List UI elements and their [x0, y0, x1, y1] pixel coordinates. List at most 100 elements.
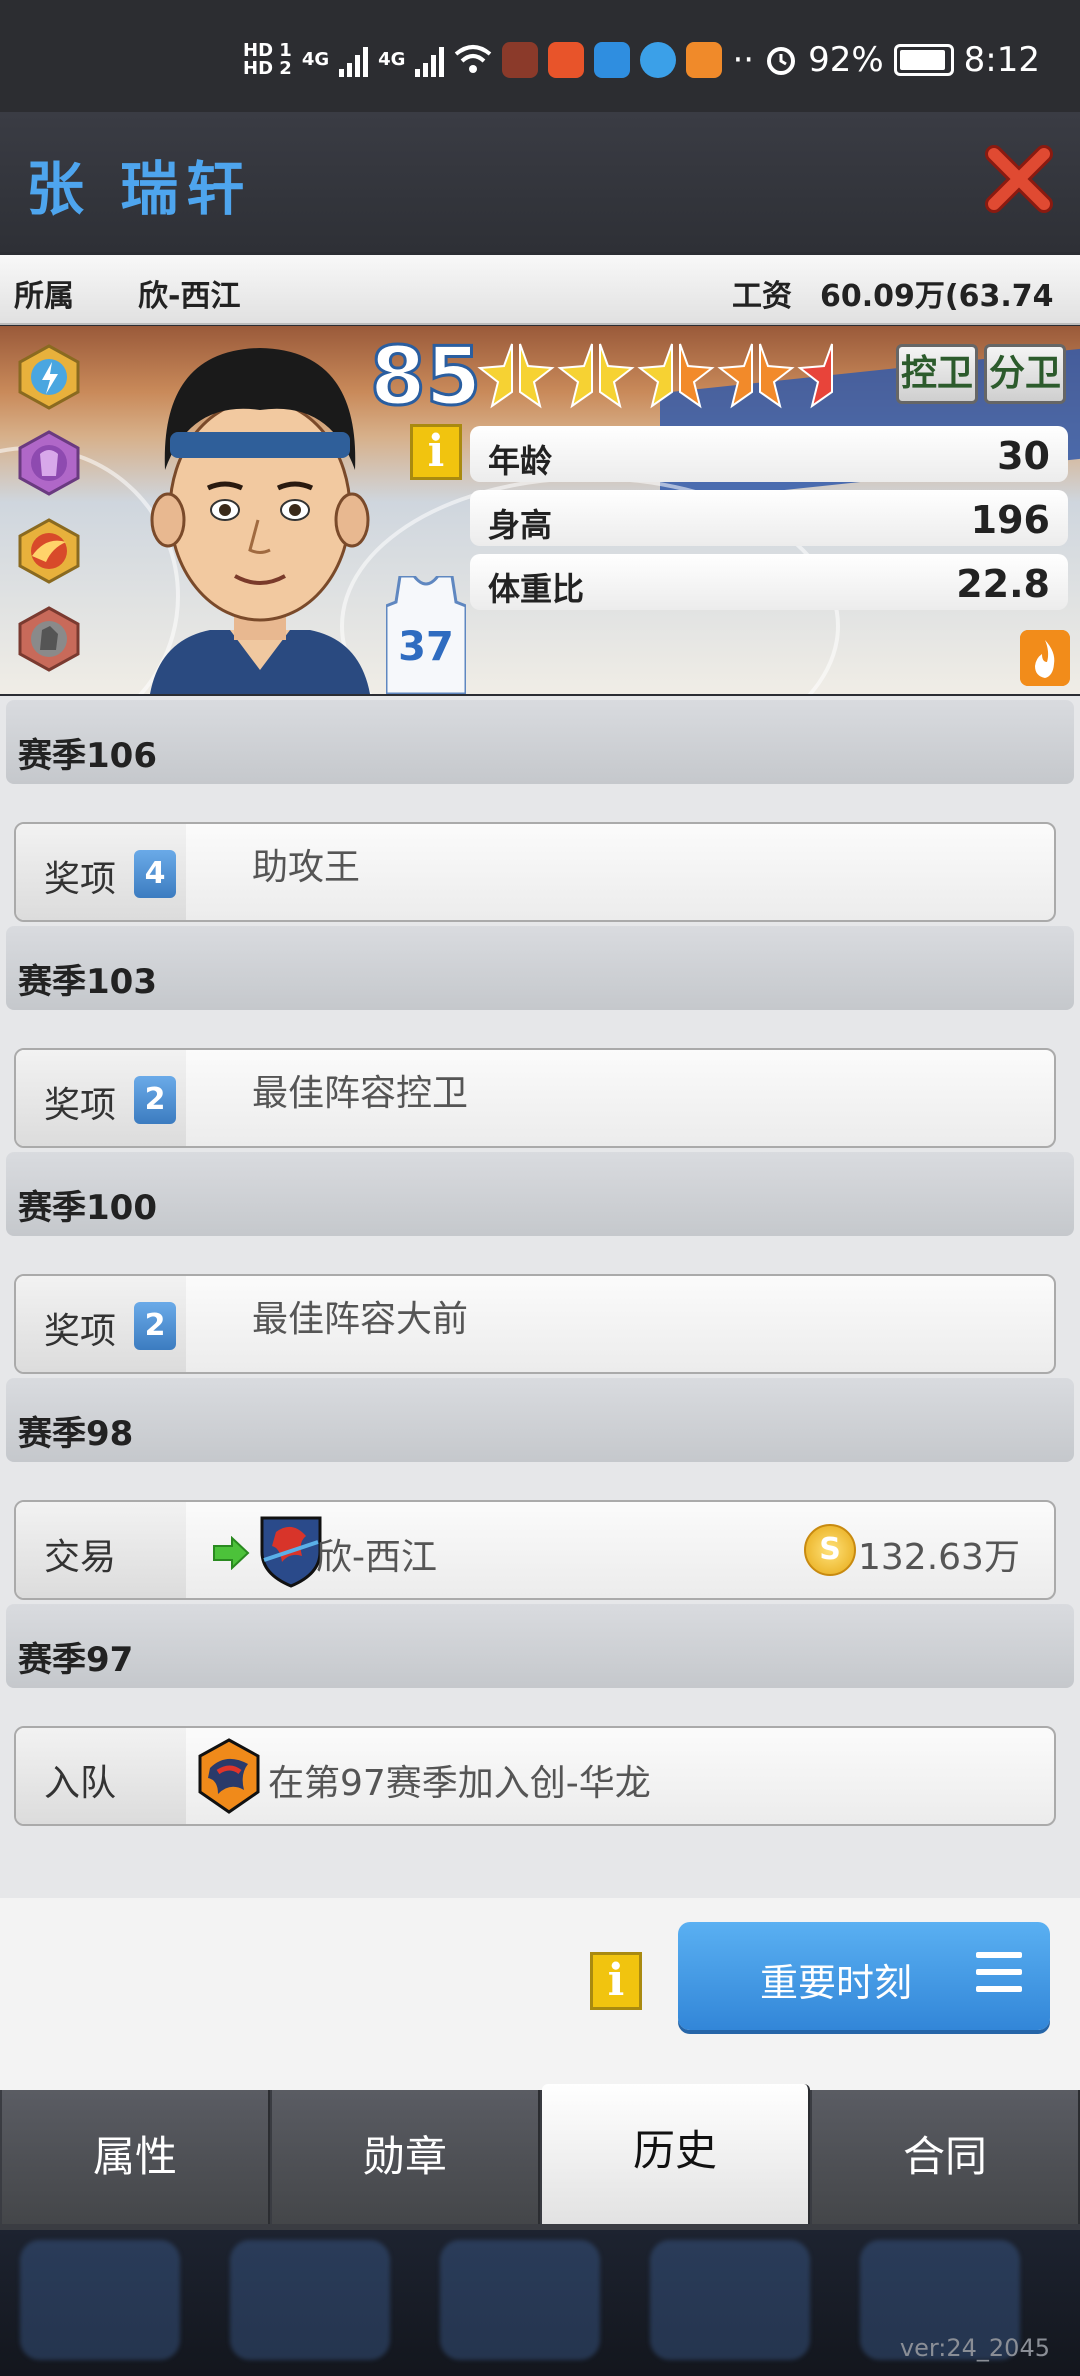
stat-label: 身高: [488, 506, 553, 544]
history-entry-award[interactable]: 奖项 2 最佳阵容控卫: [14, 1048, 1056, 1148]
stat-value: 30: [997, 434, 1050, 478]
tab-badges[interactable]: 勋章: [272, 2090, 540, 2224]
entry-kind: 交易: [16, 1502, 186, 1598]
tab-history[interactable]: 历史: [542, 2084, 810, 2224]
defense-badge-icon[interactable]: [16, 430, 82, 496]
key-moments-button[interactable]: 重要时刻: [678, 1922, 1050, 2030]
entry-description: 在第97赛季加入创-华龙: [268, 1763, 651, 1804]
tab-contract[interactable]: 合同: [812, 2090, 1080, 2224]
close-icon[interactable]: [984, 144, 1054, 214]
player-avatar: [150, 348, 370, 694]
jersey-icon: 37: [386, 576, 466, 694]
browser-icon: [640, 42, 677, 78]
star-icon: [679, 343, 715, 409]
nav-ghost-icon: [440, 2240, 600, 2360]
entry-description: 助攻王: [252, 847, 361, 888]
position-badge-pg: 控卫: [896, 344, 978, 404]
stat-label: 年龄: [488, 442, 553, 480]
cloud-app-icon: [594, 42, 631, 78]
version-label: ver:24_2045: [899, 2334, 1050, 2362]
network-type-2: 4G: [378, 49, 406, 70]
video-app-icon: [686, 42, 723, 78]
award-count-badge: 4: [134, 850, 176, 898]
lightning-badge-icon[interactable]: [16, 344, 82, 410]
star-icon: [557, 343, 593, 409]
app-notification-icon: [502, 42, 539, 78]
history-entry-award[interactable]: 奖项 4 助攻王: [14, 822, 1056, 922]
stat-value: 196: [970, 498, 1050, 542]
status-bar: HD 1 HD 2 4G 4G ·· 92% 8:12: [0, 0, 1080, 112]
signal-2-icon: [415, 43, 445, 77]
bottom-nav-blurred: ver:24_2045: [0, 2230, 1080, 2376]
weibo-icon: [548, 42, 585, 78]
salary-label: 工资: [732, 279, 792, 314]
stat-row-age: 年龄 30: [470, 426, 1068, 482]
history-entry-join[interactable]: 入队 在第97赛季加入创-华龙: [14, 1726, 1056, 1826]
status-icons: HD 1 HD 2 4G 4G ·· 92% 8:12: [243, 40, 1040, 80]
network-type-1: 4G: [301, 49, 330, 70]
entry-description: 最佳阵容大前: [252, 1299, 469, 1340]
stat-label: 体重比: [488, 570, 585, 608]
history-entry-award[interactable]: 奖项 2 最佳阵容大前: [14, 1274, 1056, 1374]
alarm-icon: [767, 47, 796, 75]
star-icon: [797, 343, 833, 409]
star-icon: [477, 343, 513, 409]
overall-rating: 85: [368, 329, 482, 425]
star-rating: [476, 340, 836, 412]
team-value: 欣-西江: [138, 279, 241, 314]
season-header: 赛季100: [6, 1152, 1074, 1236]
battery-percent: 92%: [808, 40, 884, 80]
history-footer: i 重要时刻: [0, 1898, 1080, 2090]
more-dots: ··: [732, 40, 755, 80]
stat-row-weight-ratio: 体重比 22.8: [470, 554, 1068, 610]
stat-value: 22.8: [956, 562, 1050, 606]
season-header: 赛季103: [6, 926, 1074, 1010]
team-logo-hualong-icon: [198, 1738, 260, 1814]
team-logo-xijiang-icon: [260, 1516, 322, 1588]
history-entry-trade[interactable]: 交易 欣-西江 S 132.63万: [14, 1500, 1056, 1600]
history-list[interactable]: 赛季106 奖项 4 助攻王 赛季103 奖项 2 最佳阵容控卫 赛季100 奖…: [0, 696, 1080, 1898]
wifi-icon: [455, 45, 492, 73]
info-icon[interactable]: i: [410, 424, 462, 480]
player-info-strip: 所属 欣-西江 工资 60.09万(63.74万): [0, 255, 1080, 358]
nav-ghost-icon: [650, 2240, 810, 2360]
tab-attributes[interactable]: 属性: [2, 2090, 270, 2224]
award-count-badge: 2: [134, 1302, 176, 1350]
hd2-label: HD 2: [243, 58, 292, 79]
star-icon: [717, 343, 753, 409]
info-icon[interactable]: i: [590, 1952, 642, 2010]
key-moments-label: 重要时刻: [760, 1961, 913, 2005]
team-label: 所属: [14, 279, 74, 314]
player-card: 37 85 控卫 分卫 i 年龄 30 身高 196 体重比 22.8: [0, 326, 1080, 694]
dialog-header: 张 瑞轩: [0, 112, 1080, 252]
star-icon: [759, 343, 795, 409]
signal-1-icon: [339, 43, 369, 77]
nav-ghost-icon: [20, 2240, 180, 2360]
wings-badge-icon[interactable]: [16, 518, 82, 584]
season-header: 赛季97: [6, 1604, 1074, 1688]
flame-icon[interactable]: [1020, 630, 1070, 686]
trade-amount: 132.63万: [858, 1537, 1020, 1578]
jersey-number: 37: [398, 624, 454, 670]
battery-icon: [893, 44, 954, 76]
position-badge-sg: 分卫: [984, 344, 1066, 404]
season-header: 赛季106: [6, 700, 1074, 784]
star-icon: [637, 343, 673, 409]
coin-icon: S: [804, 1524, 856, 1576]
trade-team-name: 欣-西江: [316, 1537, 437, 1578]
star-icon: [599, 343, 635, 409]
award-count-badge: 2: [134, 1076, 176, 1124]
tab-bar: 属性 勋章 历史 合同: [0, 2084, 1080, 2230]
clock: 8:12: [963, 40, 1040, 80]
arrow-right-icon: [213, 1536, 250, 1570]
player-name: 张 瑞轩: [26, 155, 253, 223]
nav-ghost-icon: [230, 2240, 390, 2360]
stat-row-height: 身高 196: [470, 490, 1068, 546]
entry-kind: 入队: [16, 1728, 186, 1824]
season-header: 赛季98: [6, 1378, 1074, 1462]
menu-icon: [976, 1952, 1022, 1998]
strength-badge-icon[interactable]: [16, 606, 82, 672]
hd-indicator: HD 1 HD 2: [243, 42, 292, 78]
star-icon: [519, 343, 555, 409]
entry-description: 最佳阵容控卫: [252, 1073, 469, 1114]
